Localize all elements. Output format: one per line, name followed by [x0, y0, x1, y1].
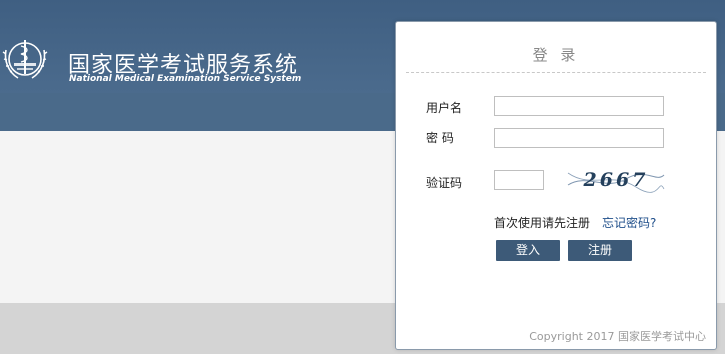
first-use-text: 首次使用请先注册 [494, 216, 591, 230]
username-input[interactable] [494, 96, 664, 116]
login-title: 登 录 [532, 46, 580, 64]
title-divider [406, 72, 706, 73]
captcha-image[interactable]: 2667 [566, 165, 666, 195]
login-panel: 登 录 用户名 密 码 验证码 2667 首次使用请先注册 忘记密码? 登入 注… [395, 21, 717, 350]
captcha-input[interactable] [494, 170, 544, 190]
username-label: 用户名 [426, 101, 463, 115]
copyright-text: Copyright 2017 国家医学考试中心 [529, 330, 706, 343]
password-label: 密 码 [426, 131, 454, 145]
captcha-label: 验证码 [426, 176, 463, 190]
medical-emblem-icon [2, 40, 48, 79]
login-button[interactable]: 登入 [496, 240, 560, 261]
forgot-password-link[interactable]: 忘记密码? [602, 214, 656, 231]
system-title-en: National Medical Examination Service Sys… [69, 74, 302, 84]
register-button[interactable]: 注册 [568, 240, 632, 261]
captcha-text: 2667 [583, 169, 649, 191]
password-input[interactable] [494, 128, 664, 148]
